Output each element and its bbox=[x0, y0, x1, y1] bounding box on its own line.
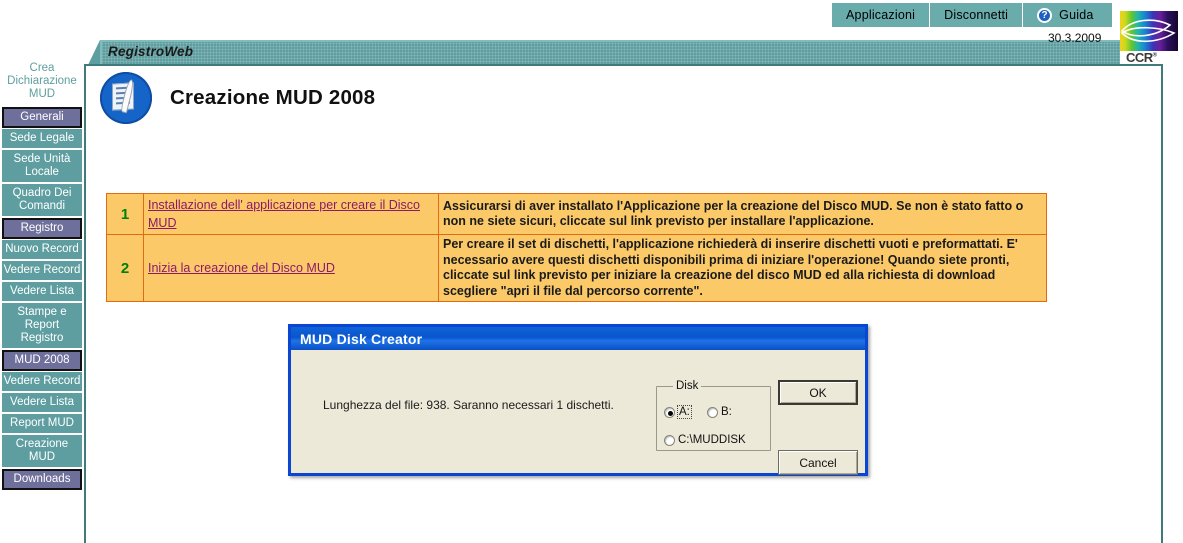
dialog-body: Lunghezza del file: 938. Saranno necessa… bbox=[291, 350, 865, 476]
cancel-button-label: Cancel bbox=[799, 455, 837, 470]
dialog-title-label: MUD Disk Creator bbox=[300, 330, 423, 347]
sidebar-item-label: Registro bbox=[20, 222, 64, 234]
sidebar-item-label: MUD 2008 bbox=[14, 354, 70, 366]
dialog-title-bar[interactable]: MUD Disk Creator bbox=[291, 327, 865, 350]
sidebar-heading: Crea Dichiarazione MUD bbox=[7, 62, 77, 100]
top-navigation-bar: Applicazioni Disconnetti ? Guida bbox=[832, 3, 1112, 27]
page-header: Creazione MUD 2008 bbox=[100, 72, 375, 124]
ok-button-label: OK bbox=[809, 385, 827, 400]
instruction-link-cell: Installazione dell' applicazione per cre… bbox=[143, 193, 439, 235]
ok-button[interactable]: OK bbox=[778, 380, 858, 405]
ccr-logo: CCR® bbox=[1120, 11, 1178, 65]
topnav-applicazioni-button[interactable]: Applicazioni bbox=[832, 3, 931, 27]
disk-option-c-muddisk-label: C:\MUDDISK bbox=[678, 434, 746, 446]
topnav-disconnetti-label: Disconnetti bbox=[944, 8, 1009, 22]
content-frame-right-edge bbox=[1161, 64, 1163, 543]
topnav-guida-button[interactable]: ? Guida bbox=[1023, 3, 1112, 27]
sidebar-item-label: Stampe e Report Registro bbox=[17, 306, 67, 344]
banner-date: 30.3.2009 bbox=[1048, 31, 1102, 45]
sidebar-item-label: Vedere Lista bbox=[10, 285, 74, 297]
disk-option-b[interactable]: B: bbox=[707, 406, 732, 418]
topnav-guida-label: Guida bbox=[1059, 8, 1094, 22]
instructions-table: 1 Installazione dell' applicazione per c… bbox=[106, 193, 1047, 302]
ccr-swoosh-icon bbox=[1120, 19, 1176, 43]
topnav-applicazioni-label: Applicazioni bbox=[846, 8, 916, 22]
app-banner bbox=[100, 40, 1120, 65]
sidebar-item-label: Nuovo Record bbox=[5, 243, 79, 255]
radio-a-icon[interactable] bbox=[664, 406, 675, 418]
sidebar-item-vedere-record-registro[interactable]: Vedere Record bbox=[2, 261, 82, 281]
app-banner-title: RegistroWeb bbox=[108, 44, 194, 59]
sidebar-item-label: Quadro Dei Comandi bbox=[12, 187, 72, 212]
sidebar-item-nuovo-record[interactable]: Nuovo Record bbox=[2, 240, 82, 260]
radio-b-icon[interactable] bbox=[707, 406, 718, 418]
ccr-text-value: CCR bbox=[1126, 50, 1153, 65]
disk-option-a[interactable]: A: bbox=[664, 405, 692, 419]
dialog-message: Lunghezza del file: 938. Saranno necessa… bbox=[323, 398, 614, 412]
sidebar-item-generali[interactable]: Generali bbox=[2, 107, 82, 128]
sidebar-item-report-mud[interactable]: Report MUD bbox=[2, 414, 82, 434]
disk-option-b-label: B: bbox=[721, 406, 732, 418]
sidebar-item-mud-2008[interactable]: MUD 2008 bbox=[2, 350, 82, 371]
disk-option-c-muddisk[interactable]: C:\MUDDISK bbox=[664, 434, 746, 446]
disk-group-box: Disk A: B: C:\MUDDISK bbox=[656, 380, 771, 451]
radio-c-muddisk-icon[interactable] bbox=[664, 434, 675, 446]
ccr-logo-text: CCR® bbox=[1126, 50, 1157, 65]
install-application-link[interactable]: Installazione dell' applicazione per cre… bbox=[148, 198, 420, 230]
app-window: Applicazioni Disconnetti ? Guida CCR® Re… bbox=[0, 0, 1183, 543]
disk-option-a-label: A: bbox=[677, 405, 692, 419]
sidebar-item-label: Generali bbox=[20, 111, 64, 123]
sidebar-item-downloads[interactable]: Downloads bbox=[2, 469, 82, 490]
sidebar-item-label: Vedere Record bbox=[3, 264, 81, 276]
table-row: 2 Inizia la creazione del Disco MUD Per … bbox=[106, 234, 1047, 302]
instruction-description: Assicurarsi di aver installato l'Applica… bbox=[438, 193, 1047, 235]
document-quill-icon bbox=[100, 72, 152, 124]
sidebar-item-label: Sede Unità Locale bbox=[13, 153, 71, 178]
sidebar-item-label: Vedere Lista bbox=[10, 396, 74, 408]
ccr-trademark: ® bbox=[1152, 52, 1157, 59]
sidebar-item-vedere-lista-mud[interactable]: Vedere Lista bbox=[2, 393, 82, 413]
cancel-button[interactable]: Cancel bbox=[778, 450, 858, 475]
page-title: Creazione MUD 2008 bbox=[170, 86, 376, 109]
sidebar-item-vedere-lista-registro[interactable]: Vedere Lista bbox=[2, 282, 82, 302]
banner-corner-decoration bbox=[88, 40, 100, 65]
sidebar-item-vedere-record-mud[interactable]: Vedere Record bbox=[2, 372, 82, 392]
instruction-number: 2 bbox=[106, 234, 144, 302]
sidebar-item-sede-unita-locale[interactable]: Sede Unità Locale bbox=[2, 150, 82, 183]
sidebar-item-label: Downloads bbox=[13, 473, 71, 485]
disk-group-label: Disk bbox=[676, 380, 699, 392]
sidebar-item-sede-legale[interactable]: Sede Legale bbox=[2, 129, 82, 149]
instruction-number: 1 bbox=[106, 193, 144, 235]
mud-disk-creator-dialog: MUD Disk Creator Lunghezza del file: 938… bbox=[288, 324, 868, 476]
sidebar-item-registro[interactable]: Registro bbox=[2, 218, 82, 239]
sidebar-item-creazione-mud[interactable]: Creazione MUD bbox=[2, 435, 82, 468]
instruction-description: Per creare il set di dischetti, l'applic… bbox=[438, 234, 1047, 302]
sidebar-item-stampe-report-registro[interactable]: Stampe e Report Registro bbox=[2, 303, 82, 349]
start-disk-creation-link[interactable]: Inizia la creazione del Disco MUD bbox=[148, 261, 335, 275]
sidebar-navigation: Crea Dichiarazione MUD Generali Sede Leg… bbox=[2, 60, 82, 490]
sidebar-item-label: Creazione MUD bbox=[15, 438, 69, 463]
sidebar-item-label: Report MUD bbox=[10, 417, 74, 429]
instruction-link-cell: Inizia la creazione del Disco MUD bbox=[143, 234, 439, 302]
table-row: 1 Installazione dell' applicazione per c… bbox=[106, 193, 1047, 235]
sidebar-item-label: Vedere Record bbox=[3, 375, 81, 387]
topnav-disconnetti-button[interactable]: Disconnetti bbox=[930, 3, 1024, 27]
help-question-icon: ? bbox=[1037, 7, 1053, 23]
sidebar-item-label: Sede Legale bbox=[9, 132, 75, 144]
sidebar-item-quadro-dei-comandi[interactable]: Quadro Dei Comandi bbox=[2, 184, 82, 217]
